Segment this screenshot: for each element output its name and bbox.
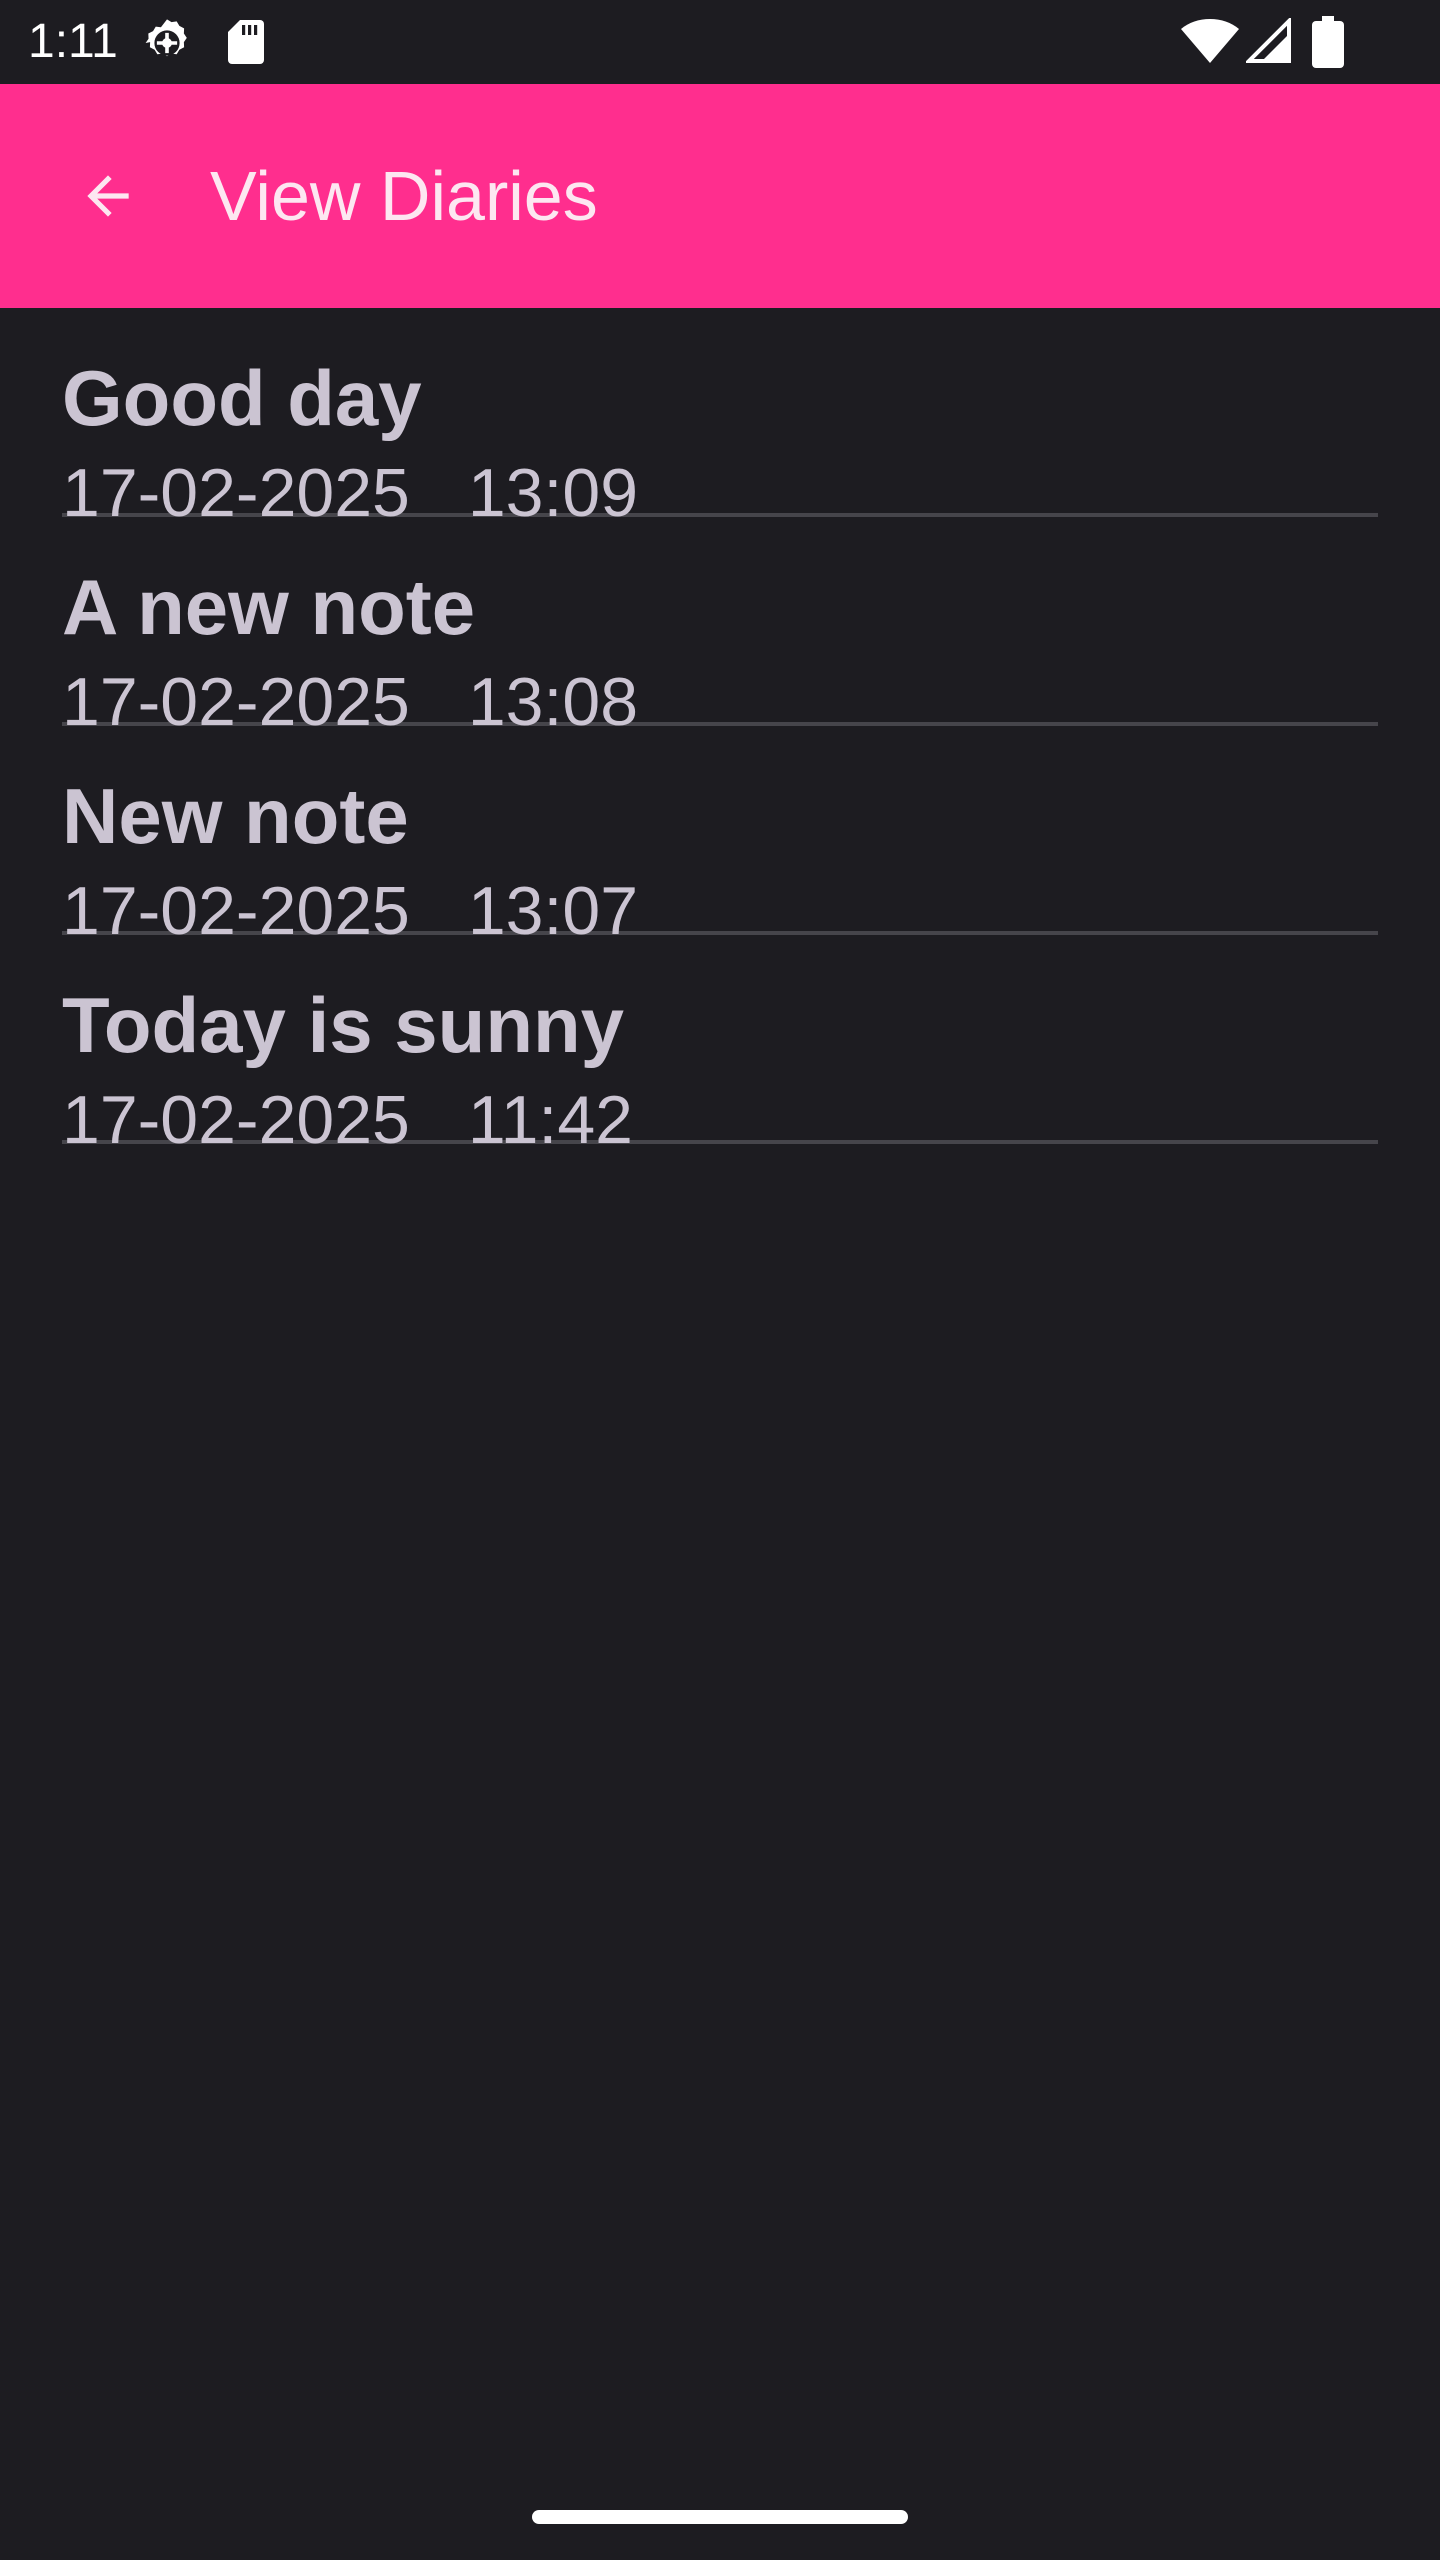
diary-title: Good day [62, 354, 422, 442]
wifi-icon [1181, 19, 1239, 63]
diary-list-item[interactable]: A new note 17-02-2025 13:08 [62, 517, 1378, 739]
diary-list-item[interactable]: Today is sunny 17-02-2025 11:42 [62, 935, 1378, 1157]
status-bar: 1:11 [0, 0, 1440, 84]
arrow-back-icon [87, 175, 129, 217]
gesture-navigation-bar[interactable] [532, 2510, 908, 2524]
diary-date: 17-02-2025 [62, 1082, 410, 1158]
diary-list-item[interactable]: New note 17-02-2025 13:07 [62, 726, 1378, 948]
diary-list: Good day 17-02-2025 13:09 A new note 17-0… [62, 308, 1378, 1157]
diary-screen: 1:11 View Diaries Good day 17-02-2025 13… [0, 0, 1440, 2560]
gear-icon [145, 19, 187, 57]
page-title: View Diaries [210, 157, 598, 235]
diary-list-item[interactable]: Good day 17-02-2025 13:09 [62, 308, 1378, 530]
app-bar: View Diaries [0, 84, 1440, 308]
battery-icon [1312, 16, 1344, 68]
status-time: 1:11 [28, 15, 118, 68]
diary-title: New note [62, 772, 409, 860]
cell-signal-icon [1246, 18, 1291, 63]
diary-timestamp: 17-02-2025 11:42 [62, 1083, 633, 1157]
diary-title: A new note [62, 563, 476, 651]
sd-card-icon [228, 20, 264, 64]
diary-time: 11:42 [467, 1082, 633, 1158]
back-button[interactable] [48, 136, 168, 256]
diary-title: Today is sunny [62, 981, 624, 1069]
